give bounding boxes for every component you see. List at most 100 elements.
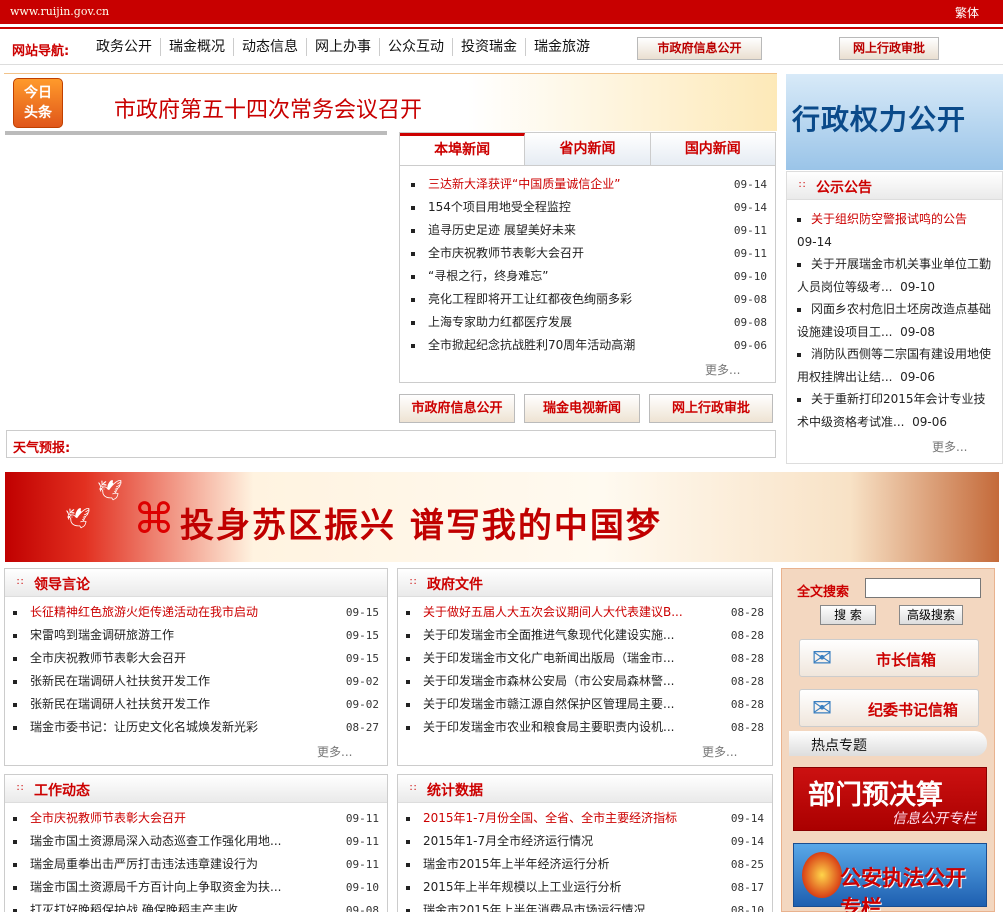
dove-icon: 🕊 [65, 506, 91, 530]
list-item[interactable]: “寻根之行，终身难忘” 09-10 [411, 265, 775, 288]
list-item[interactable]: 全市庆祝教师节表彰大会召开 09-11 [411, 242, 775, 265]
list-item[interactable]: 打灭打好晚稻保护战 确保晚稻丰产丰收 09-08 [13, 899, 387, 912]
list-item[interactable]: 关于印发瑞金市全面推进气象现代化建设实施... 08-28 [406, 624, 772, 647]
police-disclosure-banner[interactable]: 公安执法公开专栏 [793, 843, 987, 912]
list-item[interactable]: 关于做好五届人大五次会议期间人大代表建议B... 08-28 [406, 601, 772, 624]
stats-list: 2015年1-7月份全国、全省、全市主要经济指标 09-14 2015年1-7月全… [398, 803, 772, 912]
hot-topics-header: 热点专题 [789, 731, 987, 756]
section-bullet-icon: ∷ [17, 783, 24, 794]
weather-label: 天气预报: [13, 441, 71, 456]
list-item[interactable]: 张新民在瑞调研人社扶贫开发工作 09-02 [13, 693, 387, 716]
list-item[interactable]: 全市庆祝教师节表彰大会召开 09-15 [13, 647, 387, 670]
list-item[interactable]: 2015年上半年规模以上工业运行分析 08-17 [406, 876, 772, 899]
leaders-panel: ∷ 领导言论 长征精神红色旅游火炬传递活动在我市启动 09-15 宋雷鸣到瑞金调研… [4, 568, 388, 766]
notice-more-link[interactable]: 更多... [932, 438, 967, 455]
site-url: www.ruijin.gov.cn [10, 5, 110, 18]
banner-slogan: 投身苏区振兴 谱写我的中国梦 [180, 506, 662, 546]
list-item[interactable]: 关于开展瑞金市机关事业单位工勤人员岗位等级考... 09-10 [797, 253, 996, 298]
search-input[interactable] [865, 578, 981, 598]
approval-quick-button[interactable]: 网上行政审批 [649, 394, 773, 423]
advanced-search-button[interactable]: 高级搜索 [899, 605, 963, 625]
tab-national-news[interactable]: 国内新闻 [650, 133, 775, 165]
list-item[interactable]: 瑞金局重拳出击严厉打击违法违章建设行为 09-11 [13, 853, 387, 876]
weather-bar: 天气预报: [6, 430, 776, 458]
budget-disclosure-banner[interactable]: 部门预决算 信息公开专栏 [793, 767, 987, 831]
list-item[interactable]: 154个项目用地受全程监控 09-14 [411, 196, 775, 219]
news-list: 三达新大泽获评“中国质量诚信企业” 09-14 154个项目用地受全程监控 09-1… [400, 166, 775, 357]
fulltext-search-label: 全文搜索 [797, 585, 850, 600]
list-item[interactable]: 亮化工程即将开工让红都夜色绚丽多彩 09-08 [411, 288, 775, 311]
docs-more-link[interactable]: 更多... [702, 743, 737, 760]
list-item[interactable]: 宋雷鸣到瑞金调研旅游工作 09-15 [13, 624, 387, 647]
gov-info-quick-button[interactable]: 市政府信息公开 [399, 394, 515, 423]
envelope-icon: ✉ [812, 694, 833, 722]
list-item[interactable]: 瑞金市国土资源局千方百计向上争取资金为扶... 09-10 [13, 876, 387, 899]
list-item[interactable]: 三达新大泽获评“中国质量诚信企业” 09-14 [411, 173, 775, 196]
list-item[interactable]: 瑞金市委书记：让历史文化名城焕发新光彩 08-27 [13, 716, 387, 739]
envelope-icon: ✉ [812, 644, 833, 672]
list-item[interactable]: 2015年1-7月全市经济运行情况 09-14 [406, 830, 772, 853]
list-item[interactable]: 瑞金市2015年上半年消费品市场运行情况 08-10 [406, 899, 772, 912]
news-tabs: 本埠新闻 省内新闻 国内新闻 [400, 133, 775, 166]
list-item[interactable]: 冈面乡农村危旧土坯房改造点基础设施建设项目工... 09-08 [797, 298, 996, 343]
list-item[interactable]: 上海专家助力红都医疗发展 09-08 [411, 311, 775, 334]
discipline-mailbox-button[interactable]: ✉ 纪委书记信箱 [799, 689, 979, 727]
nav-item-interaction[interactable]: 公众互动 [380, 38, 453, 56]
work-panel: ∷ 工作动态 全市庆祝教师节表彰大会召开 09-11 瑞金市国土资源局深入动态巡查… [4, 774, 388, 912]
list-item[interactable]: 瑞金市2015年上半年经济运行分析 08-25 [406, 853, 772, 876]
nav-item-online-services[interactable]: 网上办事 [307, 38, 380, 56]
list-item[interactable]: 长征精神红色旅游火炬传递活动在我市启动 09-15 [13, 601, 387, 624]
headline-title[interactable]: 市政府第五十四次常务会议召开 [114, 92, 422, 124]
docs-list: 关于做好五届人大五次会议期间人大代表建议B... 08-28 关于印发瑞金市全面推… [398, 597, 772, 739]
list-item[interactable]: 张新民在瑞调研人社扶贫开发工作 09-02 [13, 670, 387, 693]
right-sidebar: 全文搜索 搜 索 高级搜索 ✉ 市长信箱 ✉ 纪委书记信箱 热点专题 部门预决算… [781, 568, 995, 912]
police-emblem-icon [802, 852, 842, 898]
news-more-link[interactable]: 更多... [705, 361, 740, 378]
list-item[interactable]: 消防队西侧等二宗国有建设用地使用权挂牌出让结... 09-06 [797, 343, 996, 388]
news-box: 本埠新闻 省内新闻 国内新闻 三达新大泽获评“中国质量诚信企业” 09-14 15… [399, 132, 776, 383]
china-dream-banner[interactable]: 🕊 🕊 ⌘ 投身苏区振兴 谱写我的中国梦 [5, 472, 999, 562]
list-item[interactable]: 全市掀起纪念抗战胜利70周年活动高潮 09-06 [411, 334, 775, 357]
list-item[interactable]: 关于印发瑞金市农业和粮食局主要职责内设机... 08-28 [406, 716, 772, 739]
list-item[interactable]: 全市庆祝教师节表彰大会召开 09-11 [13, 807, 387, 830]
leaders-title: 领导言论 [34, 577, 90, 593]
work-list: 全市庆祝教师节表彰大会召开 09-11 瑞金市国土资源局深入动态巡查工作强化用地.… [5, 803, 387, 912]
top-bar: www.ruijin.gov.cn 繁体 [0, 0, 1003, 24]
list-item[interactable]: 关于印发瑞金市赣江源自然保护区管理局主要... 08-28 [406, 693, 772, 716]
docs-panel: ∷ 政府文件 关于做好五届人大五次会议期间人大代表建议B... 08-28 关于印… [397, 568, 773, 766]
leaders-list: 长征精神红色旅游火炬传递活动在我市启动 09-15 宋雷鸣到瑞金调研旅游工作 09-… [5, 597, 387, 739]
list-item[interactable]: 瑞金市国土资源局深入动态巡查工作强化用地... 09-11 [13, 830, 387, 853]
nav-item-news[interactable]: 动态信息 [234, 38, 307, 56]
nav-items: 政务公开 瑞金概况 动态信息 网上办事 公众互动 投资瑞金 瑞金旅游 [88, 38, 598, 56]
list-item[interactable]: 2015年1-7月份全国、全省、全市主要经济指标 09-14 [406, 807, 772, 830]
list-item[interactable]: 关于印发瑞金市文化广电新闻出版局（瑞金市... 08-28 [406, 647, 772, 670]
tv-news-button[interactable]: 瑞金电视新闻 [524, 394, 640, 423]
list-item[interactable]: 追寻历史足迹 展望美好未来 09-11 [411, 219, 775, 242]
gov-info-button[interactable]: 市政府信息公开 [637, 37, 762, 60]
list-item[interactable]: 关于重新打印2015年会计专业技术中级资格考试准... 09-06 [797, 388, 996, 433]
section-bullet-icon: ∷ [799, 180, 806, 191]
headline-banner: 今日 头条 市政府第五十四次常务会议召开 [4, 73, 777, 131]
traditional-chinese-link[interactable]: 繁体 [955, 4, 979, 21]
list-item[interactable]: 关于印发瑞金市森林公安局（市公安局森林警... 08-28 [406, 670, 772, 693]
docs-title: 政府文件 [427, 577, 483, 593]
chinese-knot-icon: ⌘ [133, 494, 175, 543]
online-approval-button[interactable]: 网上行政审批 [839, 37, 939, 60]
nav-item-overview[interactable]: 瑞金概况 [161, 38, 234, 56]
headline-divider [5, 131, 387, 135]
nav-item-tourism[interactable]: 瑞金旅游 [526, 38, 598, 56]
tab-province-news[interactable]: 省内新闻 [525, 133, 651, 165]
nav-item-gov-affairs[interactable]: 政务公开 [88, 38, 161, 56]
search-button[interactable]: 搜 索 [820, 605, 876, 625]
power-disclosure-banner[interactable]: 行政权力公开 [786, 74, 1003, 170]
list-item[interactable]: 关于组织防空警报试鸣的公告 09-14 [797, 208, 996, 253]
section-bullet-icon: ∷ [410, 783, 417, 794]
stats-panel: ∷ 统计数据 2015年1-7月份全国、全省、全市主要经济指标 09-14 201… [397, 774, 773, 912]
work-title: 工作动态 [34, 783, 90, 799]
mayor-mailbox-button[interactable]: ✉ 市长信箱 [799, 639, 979, 677]
leaders-more-link[interactable]: 更多... [317, 743, 352, 760]
notice-panel: ∷ 公示公告 关于组织防空警报试鸣的公告 09-14 关于开展瑞金市机关事业单位工… [786, 171, 1003, 464]
tab-local-news[interactable]: 本埠新闻 [400, 133, 526, 165]
today-headline-tag: 今日 头条 [13, 78, 63, 128]
nav-item-investment[interactable]: 投资瑞金 [453, 38, 526, 56]
